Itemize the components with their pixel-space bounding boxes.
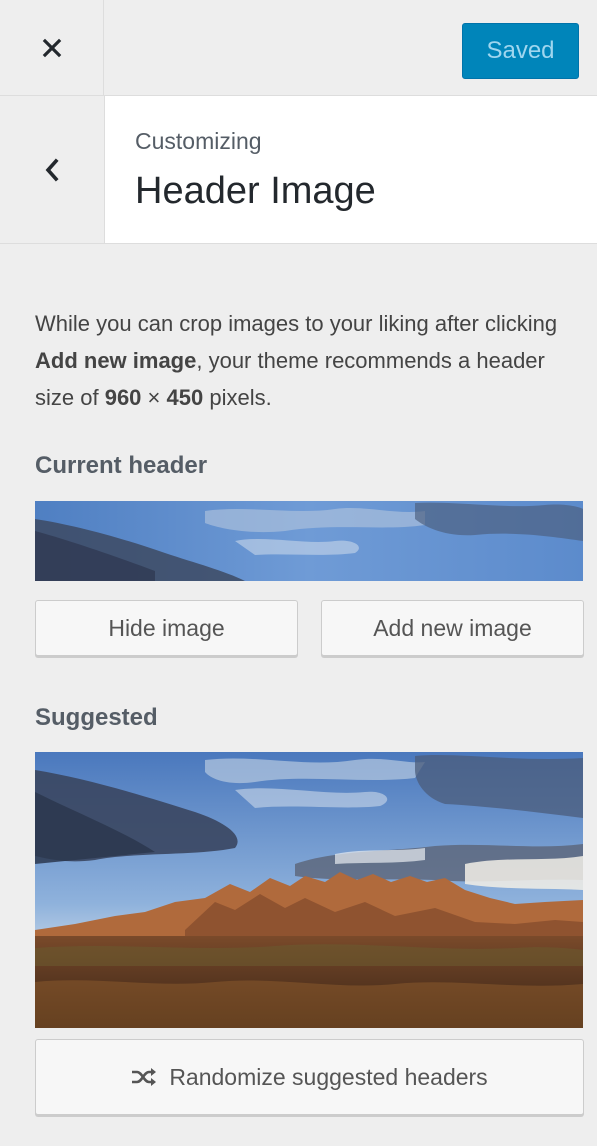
current-header-sky — [35, 501, 583, 581]
description-text: While you can crop images to your liking… — [35, 311, 558, 336]
saved-button[interactable]: Saved — [462, 23, 579, 79]
randomize-suggested-headers-button[interactable]: Randomize suggested headers — [35, 1039, 584, 1115]
chevron-left-icon — [45, 157, 59, 182]
current-header-image — [35, 501, 583, 581]
suggested-header-landscape — [35, 752, 583, 1028]
hide-image-button[interactable]: Hide image — [35, 600, 298, 656]
breadcrumb: Customizing — [135, 128, 262, 154]
description-add-new-image: Add new image — [35, 348, 197, 373]
section-header: Customizing Header Image — [0, 96, 597, 244]
add-new-image-button[interactable]: Add new image — [321, 600, 584, 656]
customizer-panel: Saved Customizing Header Image While you… — [0, 0, 597, 1146]
header-size-description: While you can crop images to your liking… — [35, 305, 585, 416]
close-icon — [42, 38, 61, 57]
customizer-topbar: Saved — [0, 0, 597, 96]
suggested-heading: Suggested — [35, 704, 158, 731]
current-header-heading: Current header — [35, 452, 208, 479]
back-button[interactable] — [0, 96, 105, 243]
suggested-header-image[interactable] — [35, 752, 583, 1028]
description-width: 960 — [104, 385, 142, 410]
page-title: Header Image — [135, 170, 376, 212]
close-button[interactable] — [0, 0, 104, 95]
randomize-label: Randomize suggested headers — [169, 1063, 488, 1090]
description-times: × — [141, 385, 167, 410]
description-height: 450 — [166, 385, 204, 410]
shuffle-icon — [131, 1067, 157, 1087]
description-text: pixels. — [203, 385, 272, 410]
